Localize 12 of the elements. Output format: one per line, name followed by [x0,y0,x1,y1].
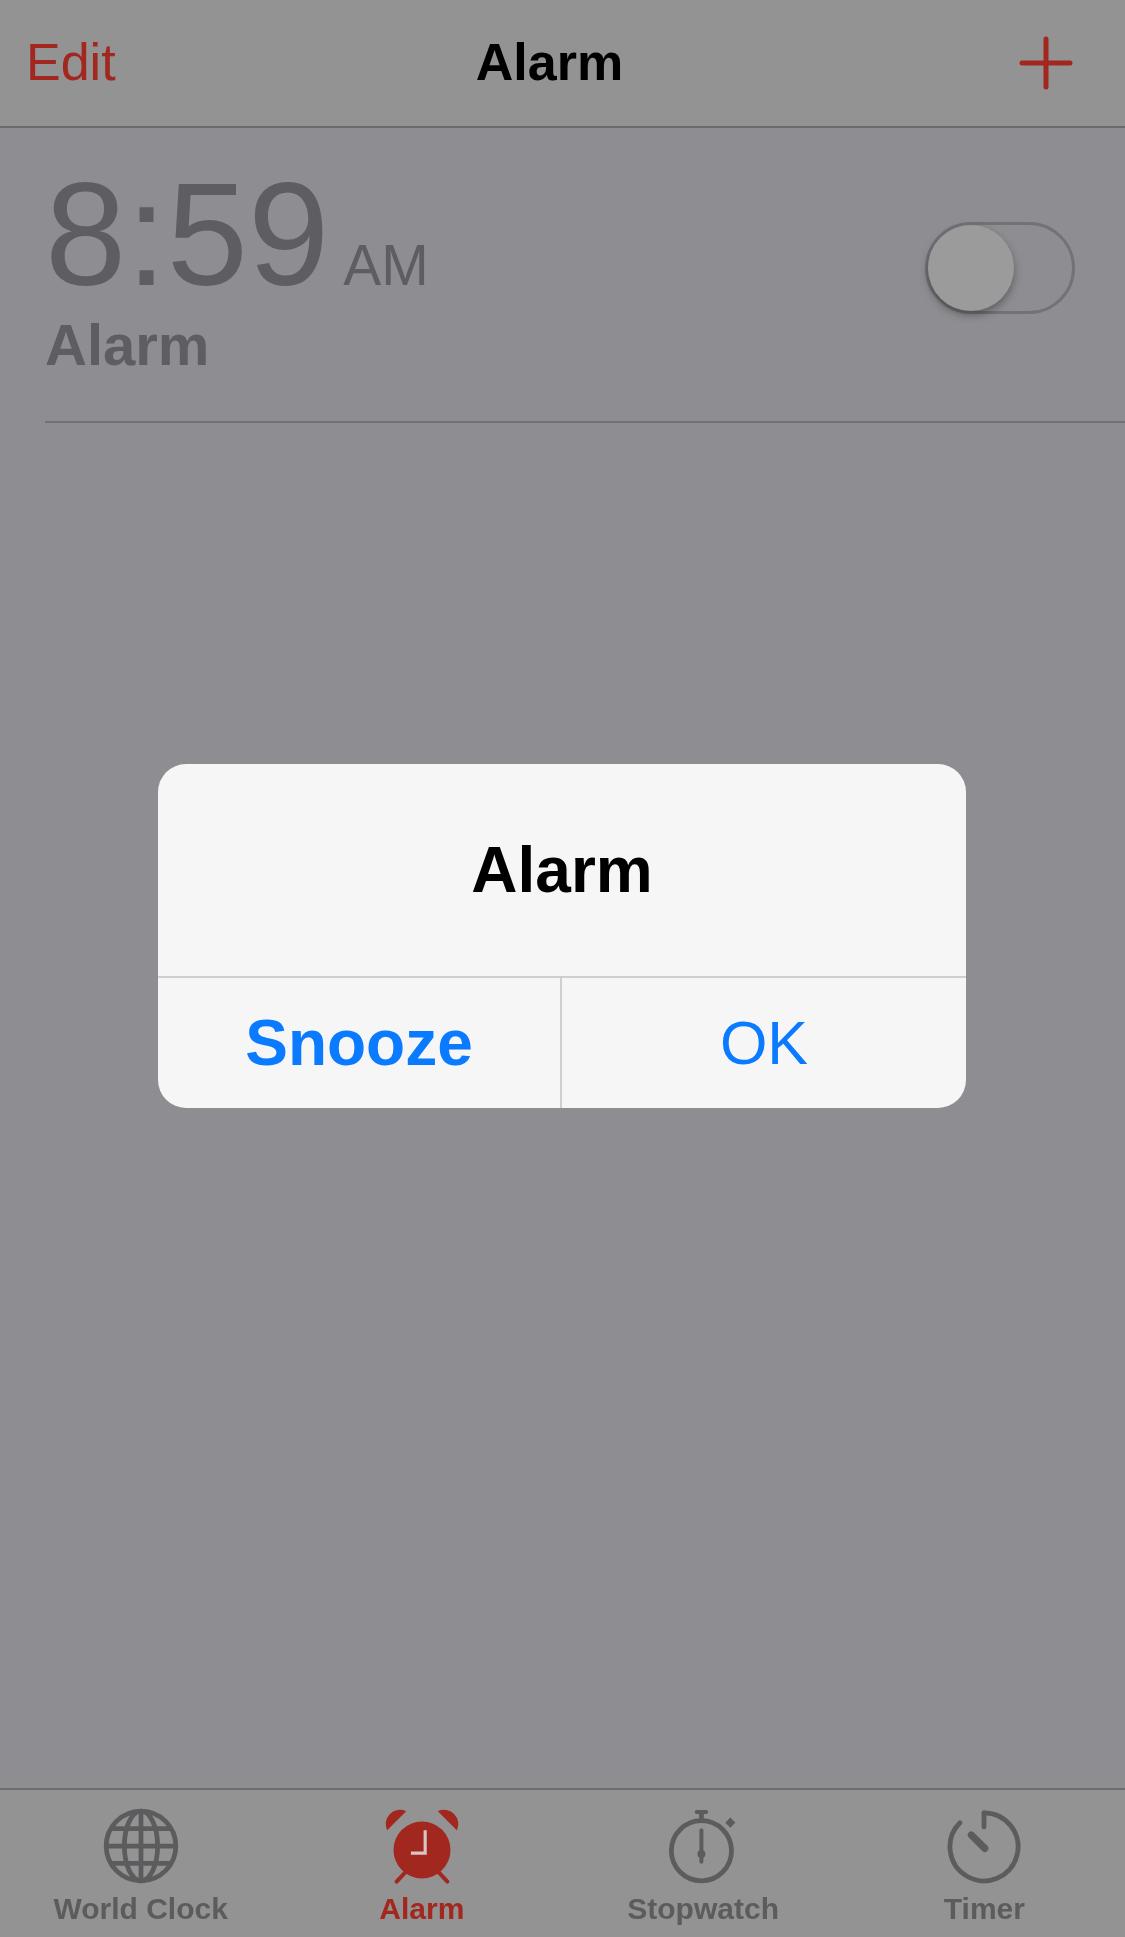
alarm-clock-icon [383,1808,460,1884]
add-button[interactable] [1019,36,1073,90]
alert-button[interactable]: Snooze [158,978,562,1108]
plus-icon [1019,36,1073,90]
screen-title: Alarm [475,33,624,93]
alert-button[interactable]: OK [562,978,966,1108]
alarm-toggle[interactable] [925,221,1075,314]
timer-icon [946,1808,1023,1884]
tab[interactable]: Alarm [281,1790,563,1937]
globe-icon [102,1808,179,1884]
alert-title: Alarm [158,764,966,978]
edit-button[interactable]: Edit [26,33,116,93]
